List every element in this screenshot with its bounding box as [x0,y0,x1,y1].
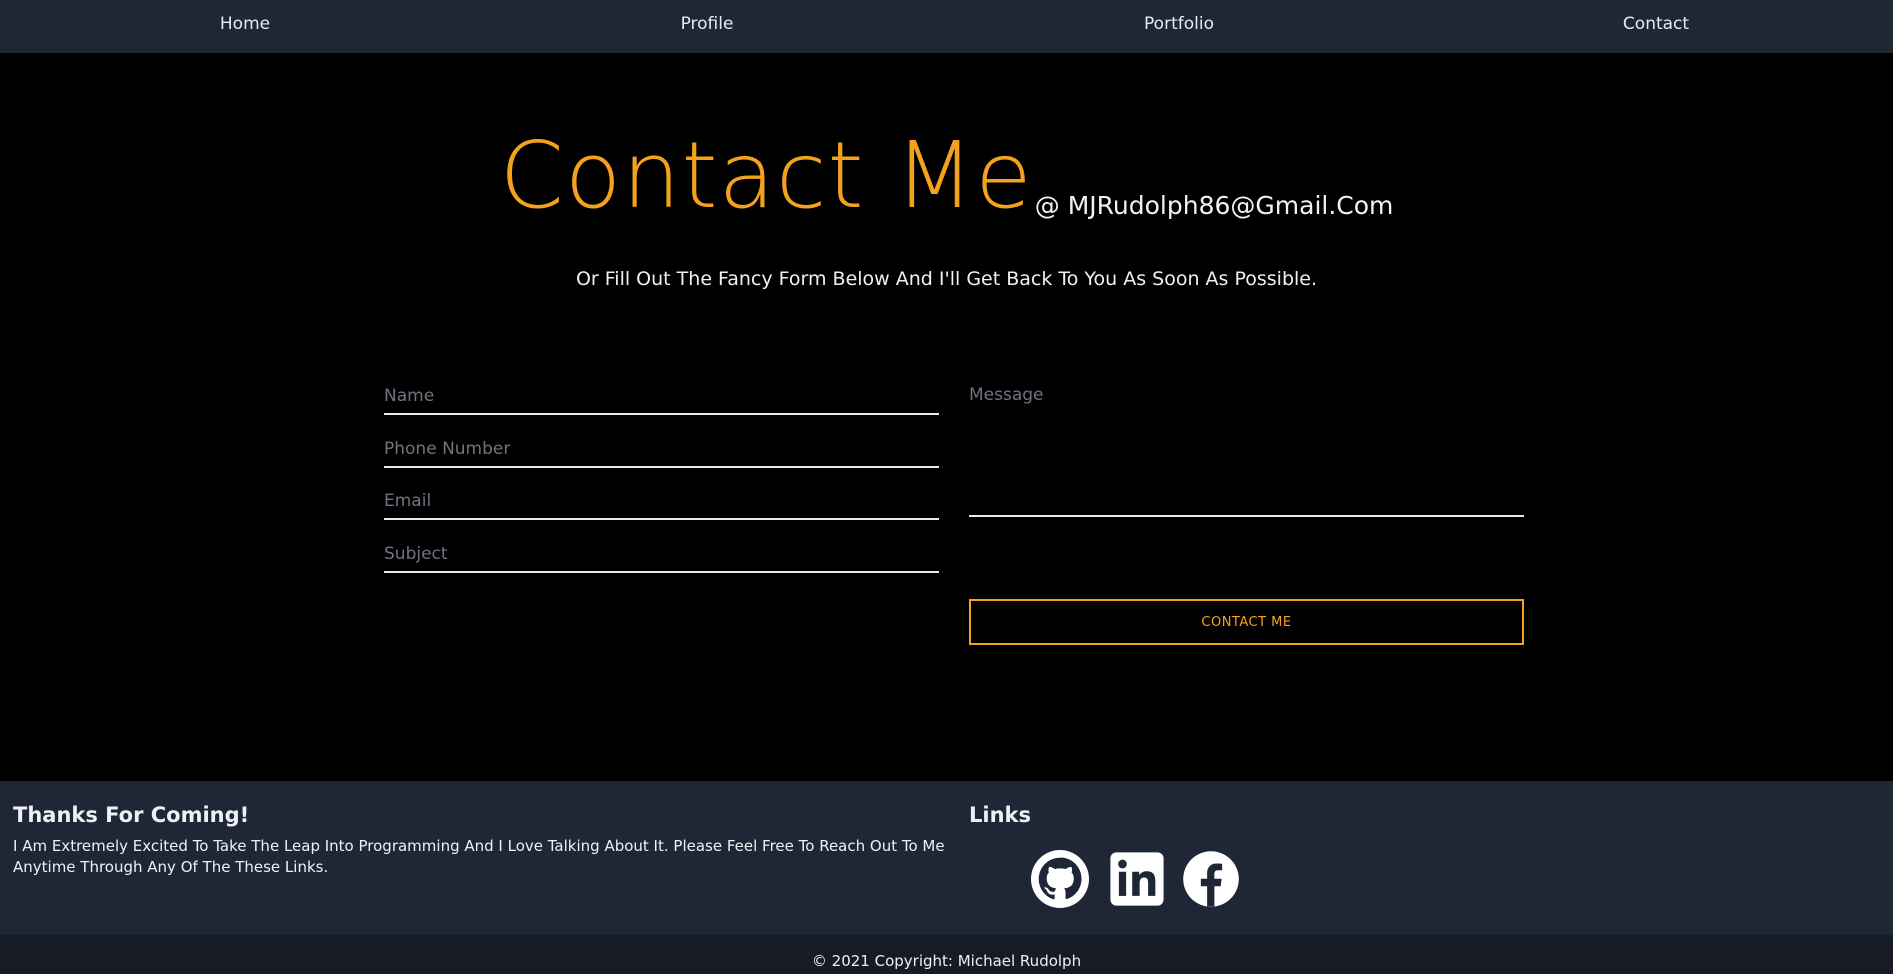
nav-contact-link[interactable]: Contact [1623,14,1689,34]
footer-text: I Am Extremely Excited To Take The Leap … [13,837,945,876]
contact-section: Contact Me @ MJRudolph86@Gmail.Com Or Fi… [0,53,1893,781]
contact-email: @ MJRudolph86@Gmail.Com [1034,191,1394,220]
message-field[interactable] [969,375,1524,517]
links-title: Links [969,803,1031,827]
heading-row: Contact Me @ MJRudolph86@Gmail.Com [0,130,1893,222]
footer: Thanks For Coming! I Am Extremely Excite… [0,781,1893,935]
github-icon[interactable] [1031,850,1089,908]
footer-title: Thanks For Coming! [13,803,250,827]
phone-field[interactable] [384,428,939,468]
copyright-bar: © 2021 Copyright: Michael Rudolph [0,935,1893,974]
facebook-icon[interactable] [1182,850,1240,908]
contact-me-button[interactable]: CONTACT ME [969,599,1524,645]
subject-field[interactable] [384,533,939,573]
nav-home-link[interactable]: Home [220,14,270,34]
email-field[interactable] [384,480,939,520]
linkedin-icon[interactable] [1108,850,1166,908]
nav-profile-link[interactable]: Profile [681,14,734,34]
copyright-text: © 2021 Copyright: Michael Rudolph [811,952,1082,970]
nav-portfolio-link[interactable]: Portfolio [1144,14,1214,34]
page-title: Contact Me [499,122,1033,229]
name-field[interactable] [384,375,939,415]
navbar: Home Profile Portfolio Contact [0,0,1893,53]
page-subtitle: Or Fill Out The Fancy Form Below And I'l… [575,268,1318,290]
